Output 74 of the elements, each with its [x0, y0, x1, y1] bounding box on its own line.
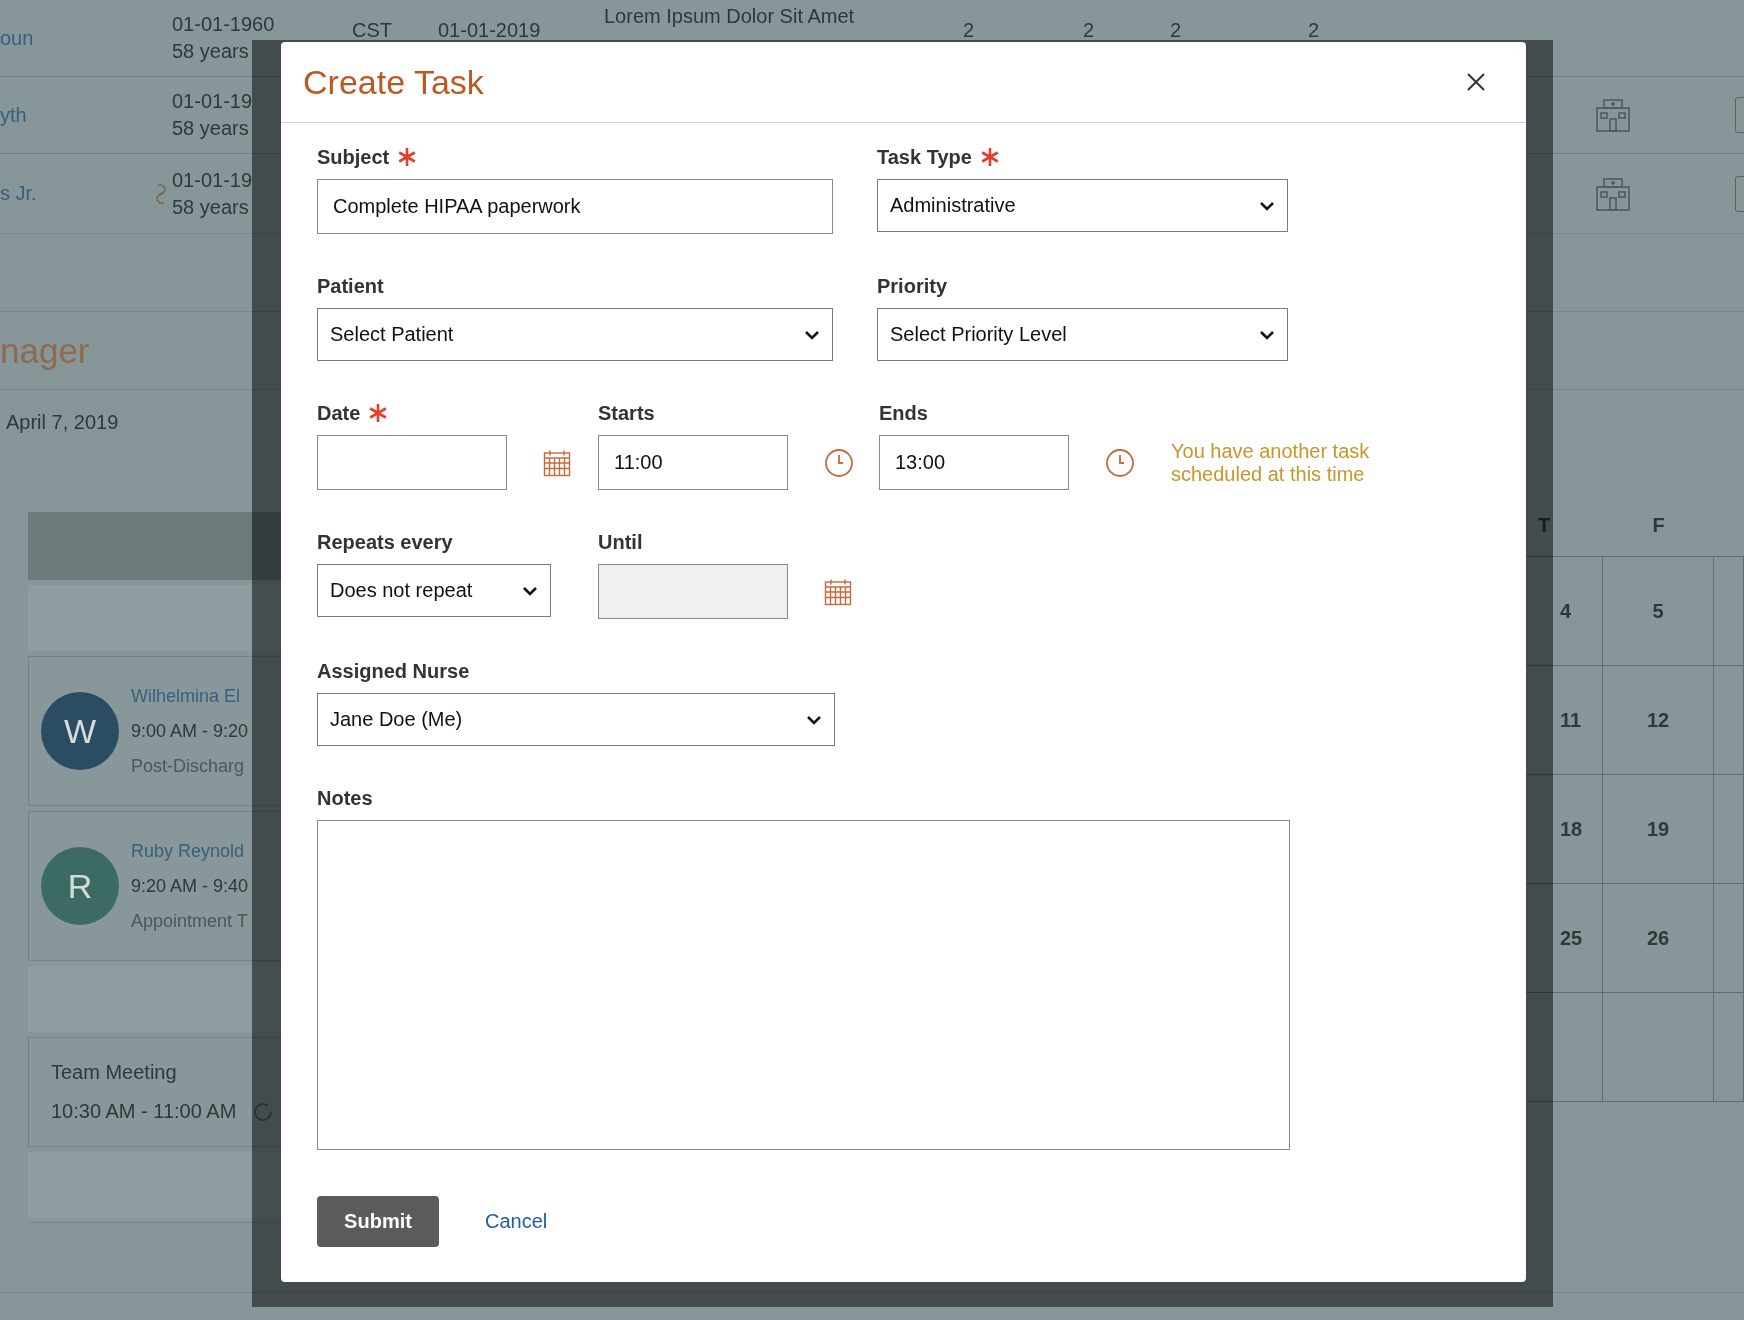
close-icon[interactable]	[1466, 72, 1486, 92]
page-title: nager	[0, 330, 90, 371]
dropdown[interactable]: Jane Doe (Me)	[317, 693, 835, 746]
dropdown[interactable]: Administrative	[877, 179, 1288, 232]
field-label: Priority	[877, 274, 948, 298]
field-label: Starts	[598, 401, 655, 425]
field-label: Patient	[317, 274, 384, 298]
event-title: Team Meeting	[51, 1061, 178, 1084]
patient-name[interactable]: yth	[0, 77, 150, 153]
note-text: Lorem Ipsum Dolor Sit Amet	[604, 4, 855, 28]
subject-input[interactable]: Complete HIPAA paperwork	[317, 179, 833, 234]
calendar-day[interactable]: 18	[1560, 817, 1583, 841]
schedule-date: April 7, 2019	[5, 410, 120, 435]
clock-icon[interactable]	[1105, 447, 1135, 478]
chevron-icon	[806, 714, 822, 725]
chevron-icon	[1259, 200, 1275, 211]
count: 2	[1170, 18, 1182, 42]
dropdown[interactable]: Select Patient	[317, 308, 833, 361]
avatar: R	[41, 847, 119, 925]
field-label: Assigned Nurse	[317, 659, 470, 683]
calendar-icon[interactable]	[824, 577, 852, 606]
time-input[interactable]: 13:00	[879, 435, 1069, 490]
field-label: Notes	[317, 786, 373, 810]
calendar-day[interactable]: 5	[1652, 599, 1664, 623]
date-input[interactable]	[317, 435, 507, 490]
patient-age: 58 years	[172, 39, 249, 64]
patient-name[interactable]: oun	[0, 0, 150, 76]
field-label: Until	[598, 530, 643, 554]
dialog-title: Create Task	[303, 62, 484, 102]
table-date: 01-01-2019	[438, 18, 541, 42]
field-label: Ends	[879, 401, 928, 425]
calendar-day[interactable]: 12	[1646, 708, 1670, 732]
chevron-icon	[1259, 329, 1275, 340]
birth-date: 01-01-19	[172, 167, 253, 193]
count: 2	[1083, 18, 1095, 42]
patient-name[interactable]: Ruby Reynold	[131, 840, 249, 862]
patient-age: 58 years	[172, 194, 249, 220]
cancel-link[interactable]: Cancel	[485, 1210, 548, 1233]
field-label: Subject	[317, 145, 390, 169]
calendar-icon[interactable]	[543, 448, 571, 477]
chevron-icon	[522, 585, 538, 596]
field-label: Task Type	[877, 145, 972, 169]
calendar-day[interactable]: 26	[1646, 926, 1670, 950]
appointment-type: Appointment T	[131, 910, 249, 932]
hospital-icon[interactable]	[1595, 175, 1631, 212]
field-label: Repeats every	[317, 530, 453, 554]
timezone: CST	[352, 18, 392, 42]
event-time: 10:30 AM - 11:00 AM	[51, 1100, 237, 1123]
patient-age: 58 years	[172, 116, 249, 141]
calendar-day[interactable]: 4	[1560, 599, 1572, 623]
appointment-time: 9:20 AM - 9:40	[131, 875, 249, 897]
count: 2	[1308, 18, 1320, 42]
calendar-day[interactable]: 19	[1646, 817, 1670, 841]
dropdown[interactable]: Select Priority Level	[877, 308, 1288, 361]
refresh-icon	[252, 1100, 275, 1123]
dropdown[interactable]: Does not repeat	[317, 564, 551, 617]
count: 2	[963, 18, 975, 42]
time-input[interactable]: 11:00	[598, 435, 788, 490]
conflict-warning: You have another task scheduled at this time	[1171, 439, 1371, 486]
birth-date: 01-01-1960	[172, 12, 275, 37]
patient-name[interactable]: Wilhelmina El	[131, 685, 249, 707]
patient-name[interactable]: s Jr.	[0, 154, 150, 233]
field-label: Date	[317, 401, 361, 425]
avatar: W	[41, 692, 119, 770]
weekday-label: F	[1651, 514, 1666, 538]
appointment-time: 9:00 AM - 9:20	[131, 720, 249, 742]
appointment-type: Post-Discharg	[131, 755, 246, 777]
hospital-icon[interactable]	[1595, 97, 1631, 133]
submit-button[interactable]: Submit	[317, 1196, 439, 1247]
calendar-day[interactable]: 25	[1560, 926, 1583, 950]
chevron-icon	[804, 329, 820, 340]
clock-icon[interactable]	[824, 447, 854, 478]
birth-date: 01-01-19	[172, 89, 253, 114]
calendar-day[interactable]: 11	[1560, 708, 1582, 732]
